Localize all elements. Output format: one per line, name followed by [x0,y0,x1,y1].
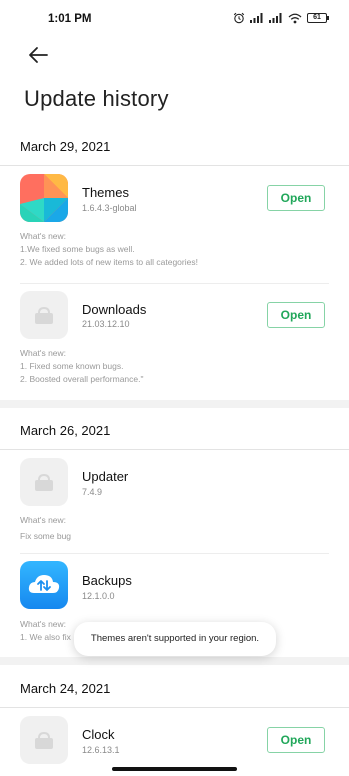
back-arrow-icon[interactable] [26,45,50,65]
whats-new-label: What's new: [20,515,67,525]
whats-new-label: What's new: [20,619,67,629]
open-clock-button[interactable]: Open [267,727,325,753]
status-icons: 61 [233,12,329,24]
status-time: 1:01 PM [48,13,92,25]
whats-new-label: What's new: [20,231,67,241]
alarm-icon [233,12,245,24]
app-name: Updater [82,469,129,484]
app-version: 7.4.9 [82,487,103,497]
item-divider [20,283,329,284]
app-name: Downloads [82,302,147,317]
status-bar: 1:01 PM 61 [0,0,349,38]
wifi-icon [288,13,302,23]
section-date: March 29, 2021 [20,139,111,154]
app-name: Backups [82,573,132,588]
toast-message: Themes aren't supported in your region. [74,622,276,656]
signal-icon [250,13,263,23]
item-divider [20,553,329,554]
signal-icon-2 [269,13,282,23]
section-divider [0,707,349,708]
section-date: March 26, 2021 [20,423,111,438]
battery-icon: 61 [307,13,329,23]
page-title: Update history [24,86,169,111]
whats-new-notes: What's new: 1.We fixed some bugs as well… [20,230,198,269]
whats-new-label: What's new: [20,348,67,358]
placeholder-app-icon [20,291,68,339]
section-divider [0,449,349,450]
app-name: Themes [82,185,129,200]
note-line: Fix some bug [20,531,72,541]
update-history-screen: 1:01 PM 61 Update history March 29, 2021… [0,0,349,776]
whats-new-notes: What's new: Fix some bug [20,514,71,543]
section-date: March 24, 2021 [20,681,111,696]
placeholder-app-icon [20,458,68,506]
placeholder-app-icon [20,716,68,764]
app-version: 1.6.4.3-global [82,203,137,213]
note-line: 1.We fixed some bugs as well. [20,244,135,254]
section-divider [0,165,349,166]
section-separator [0,400,349,408]
note-line: 1. Fixed some known bugs. [20,361,124,371]
app-name: Clock [82,727,115,742]
home-indicator[interactable] [112,767,237,771]
note-line: 1. We also fix [20,632,71,642]
whats-new-notes: What's new: 1. Fixed some known bugs. 2.… [20,347,144,386]
backups-app-icon [20,561,68,609]
note-line: 2. Boosted overall performance." [20,374,144,384]
app-version: 12.6.13.1 [82,745,120,755]
app-version: 21.03.12.10 [82,319,130,329]
whats-new-notes: What's new: 1. We also fix [20,618,71,644]
app-version: 12.1.0.0 [82,591,115,601]
open-downloads-button[interactable]: Open [267,302,325,328]
themes-app-icon [20,174,68,222]
open-themes-button[interactable]: Open [267,185,325,211]
section-separator [0,657,349,665]
note-line: 2. We added lots of new items to all cat… [20,257,198,267]
